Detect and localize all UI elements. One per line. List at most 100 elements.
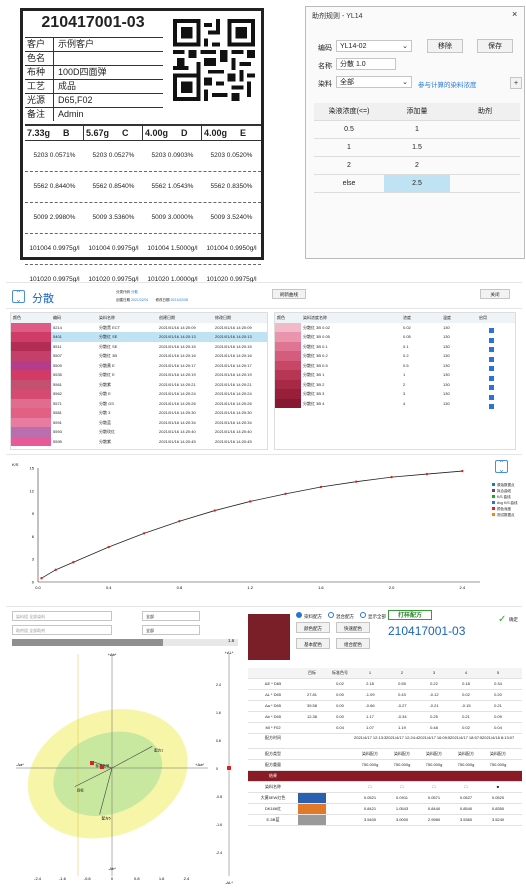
table-cell: 2021/01/16 14:20:16 [215,353,252,358]
code-select[interactable]: YL14-02 ⌄ [336,40,412,52]
add-button[interactable]: + [510,77,522,89]
dye-list-row[interactable]: 5511 分散红 SE 2021/01/16 14:20:15 2021/01/16 … [11,341,267,351]
rule-table-row[interactable]: else 2.5 [314,175,520,193]
rule-cell[interactable]: 1.5 [384,139,450,156]
dye-list-row[interactable]: 5509 分散黄 E 2021/01/16 14:20:17 2021/01/16 1… [11,360,267,370]
sample-formula-button[interactable]: 打样配方 [388,610,432,620]
save-button[interactable]: 保存 [477,39,513,53]
column-header[interactable]: 染料名称 [97,313,157,323]
concentration-row[interactable]: 分散红 3B 0.05 0.05 130 [275,332,515,343]
dye-group-input[interactable]: 染料组 全部染料 [12,611,112,621]
table-cell: 2021/01/16 14:20:09 [215,324,252,330]
legend-item[interactable]: 测试数据点 [492,512,522,518]
grid-row[interactable]: Δb * D65 12.38 0.00 1.17 -0.34 0.25 0.21 0.09 [248,712,522,723]
concentration-row[interactable]: 分散红 3B 0.1 0.1 130 [275,341,515,353]
rule-cell[interactable]: 1 [384,121,450,138]
y-tick-label: 15 [30,466,35,471]
concentration-row[interactable]: 分散红 3B 0.02 0.02 130 [275,322,515,334]
enabled-checkbox[interactable] [489,404,494,410]
column-header[interactable]: 启用 [477,313,515,323]
column-header[interactable]: 浓度 [401,313,441,323]
progress-track [12,639,238,646]
column-header[interactable]: 修改日期 [213,313,267,323]
grid-row[interactable]: 配方重量 750.000g 750.000g 750.000g 750.000g 750.… [248,760,522,771]
dye-list-row[interactable]: 5507 分散红 3B 2021/01/16 14:20:16 2021/01/16 … [11,351,267,361]
combo-select-2[interactable]: 全部 [142,625,200,635]
meta-label: 创建日期 [116,298,130,302]
rule-table-row[interactable]: 0.5 1 [314,121,520,139]
grid-row[interactable]: 配方时间 2021/4/17 12:13:302021/4/17 12:24:46… [248,734,522,749]
match-mode-button[interactable]: 基本配色 [296,638,330,649]
meta-block: 分类代码 分散 创建日期 2021/02/01 修改日期 2021/02/08 [116,288,276,304]
dye-list-row[interactable]: 5535 分散红 E 2021/01/16 14:20:19 2021/01/16 1… [11,370,267,380]
progress-fill [12,639,163,646]
dye-list-row[interactable]: 5561 分散紫 2021/01/16 14:20:21 2021/01/16 14:… [11,379,267,389]
grid-row[interactable]: MI * F02 0.04 1.07 1.19 0.48 0.02 0.04 [248,723,522,734]
match-mode-button[interactable]: 颜色配方 [296,622,330,633]
grid-cell: 0.18 [462,681,470,686]
column-header[interactable]: 编码 [51,313,97,323]
radio-dot[interactable] [360,612,366,618]
dye-select[interactable]: 全部 ⌄ [336,76,412,88]
rule-cell[interactable]: 2.5 [384,175,450,192]
grid-cell: 750.000g [489,762,507,767]
grid-row[interactable]: 配方类型 染料配方 染料配方 染料配方 染料配方 染料配方 [248,749,522,760]
close-button[interactable]: 关闭 [480,289,510,299]
dye-list-row[interactable]: 5562 分散 E 2021/01/16 14:20:24 2021/01/16 14… [11,389,267,399]
dye-list-row[interactable]: 5595 分散紫 2021/01/16 14:20:45 2021/01/16 14:… [11,436,267,446]
close-icon[interactable]: × [512,9,517,19]
color-swatch [11,370,51,380]
match-mode-button[interactable]: 快速配色 [336,622,370,633]
dye-list-row[interactable]: 5591 分散蓝 2021/01/16 14:20:34 2021/01/16 14:… [11,417,267,427]
dye-list-row[interactable]: 5593 分散玫红 2021/01/16 14:20:40 2021/01/16 14… [11,427,267,437]
concentration-row[interactable]: 分散红 3B 4 4 130 [275,398,515,410]
rule-cell[interactable]: 2 [384,157,450,174]
match-mode-button[interactable]: 组合配色 [336,638,370,649]
dye-concentration-link[interactable]: 参与计算的染料浓度 [418,79,477,89]
column-header[interactable]: 温度 [441,313,477,323]
radio-dot[interactable] [328,612,334,618]
grid-row[interactable]: E-5B蓝 3.5400 3.0000 2.9980 3.5360 3.5240 [248,815,522,826]
column-header[interactable]: 染料浓度名称 [301,313,401,323]
concentration-row[interactable]: 分散红 3B 0.5 0.5 130 [275,360,515,372]
up-down-icon[interactable]: ⌃ ⌄ [495,460,508,474]
up-down-icon[interactable]: ⌃ ⌄ [12,290,25,304]
concentration-row[interactable]: 分散红 3B 1 1 130 [275,370,515,381]
grid-row[interactable]: ΔE * D65 0.02 2.18 0.55 0.22 0.18 0.34 [248,679,522,690]
rule-cell[interactable]: 1 [314,139,384,156]
concentration-row[interactable]: 分散红 3B 0.2 0.2 130 [275,351,515,362]
refresh-curve-button[interactable]: 刷新曲线 [272,289,306,299]
name-input[interactable]: 分散 1.0 [336,58,396,70]
rule-table-row[interactable]: 1 1.5 [314,139,520,157]
grid-row[interactable]: 大黄5EW红色 0.0521 0.0911 0.0571 0.0527 0.0520 [248,793,522,804]
dye-list-row[interactable]: 5581 分散 3 2021/01/16 14:20:30 2021/01/16 14… [11,408,267,418]
dye-list-row[interactable]: 5401 分散红 SE 2021/01/16 14:20:13 2021/01/16 … [11,332,267,342]
table-cell: 分散紫 [99,381,111,387]
radio-dot[interactable] [296,612,302,618]
aux-group-input[interactable]: 助剂组 全部助剂 [12,625,112,635]
page-title: 分散 [32,293,54,305]
check-icon[interactable]: ✓ [498,614,506,625]
rule-cell[interactable]: 0.5 [314,121,384,138]
rule-cell[interactable]: 2 [314,157,384,174]
concentration-row[interactable]: 分散红 3B 3 3 130 [275,389,515,400]
column-header[interactable]: 颜色 [11,313,51,323]
grid-row[interactable]: Δa * D65 39.58 0.00 -0.66 -0.27 -0.21 -0.15 0.2… [248,701,522,712]
column-header[interactable]: 创建日期 [157,313,213,323]
concentration-row[interactable]: 分散红 3B 2 2 130 [275,379,515,391]
grid-row[interactable]: 染料名称 □ □ □ □ ■ [248,782,522,793]
formula-type-radio-group[interactable]: 染料配方 混合配方 显示全部 [296,612,386,620]
dye-list-row[interactable]: 5571 分散 GS 2021/01/16 14:20:26 2021/01/16 1… [11,398,267,408]
dye-list-row[interactable]: 5214 分散黑 ECT 2021/01/16 14:20:09 2021/01/16… [11,322,267,332]
rule-table-row[interactable]: 22 [314,157,520,175]
column-header[interactable]: 颜色 [275,313,301,323]
rule-cell[interactable]: else [314,175,384,192]
grid-row[interactable]: 结果 [248,771,522,782]
grid-row[interactable]: ΔL * D65 27.81 0.00 -1.09 0.43 -0.12 0.02 0.20 [248,690,522,701]
grid-row[interactable]: DK166红 0.8421 1.0543 0.8440 0.8540 0.8350 [248,804,522,815]
table-cell: 2021/01/16 14:20:15 [159,343,196,349]
delete-button[interactable]: 移除 [427,39,463,53]
legend-swatch [492,489,495,492]
aux-group-value: 全部助剂 [29,628,46,633]
combo-select-1[interactable]: 全部 [142,611,200,621]
